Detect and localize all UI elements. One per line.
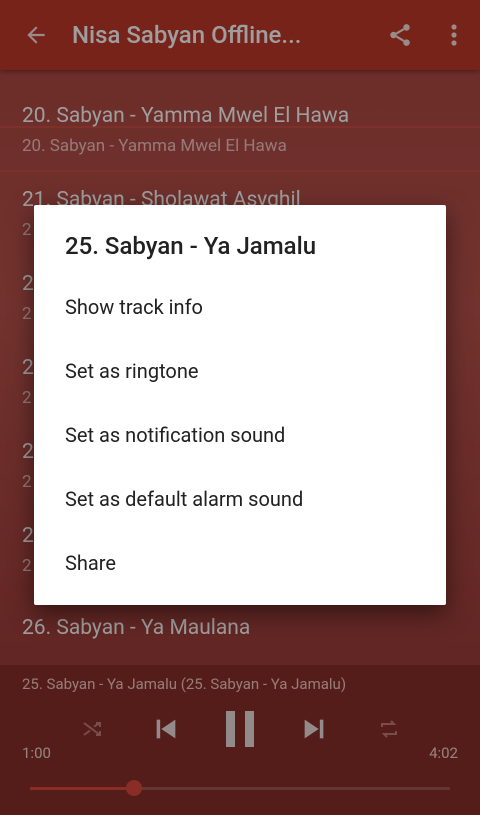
dialog-title: 25. Sabyan - Ya Jamalu [65, 232, 317, 260]
track-options-dialog: 25. Sabyan - Ya Jamalu Show track info S… [34, 205, 446, 605]
menu-item-set-notification[interactable]: Set as notification sound [65, 423, 285, 447]
menu-item-set-ringtone[interactable]: Set as ringtone [65, 359, 198, 383]
menu-item-show-track-info[interactable]: Show track info [65, 295, 203, 319]
menu-item-set-alarm[interactable]: Set as default alarm sound [65, 487, 303, 511]
menu-item-share[interactable]: Share [65, 551, 116, 575]
